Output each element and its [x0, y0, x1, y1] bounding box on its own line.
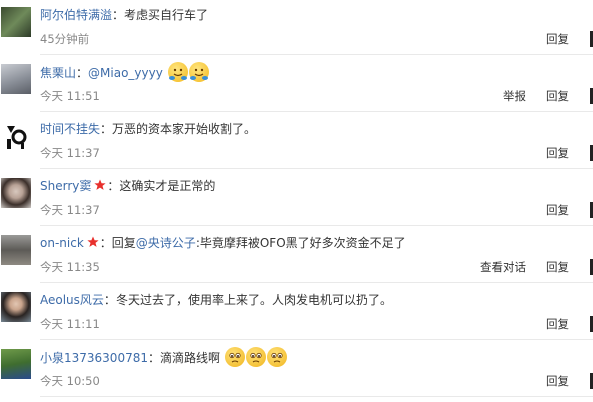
reply-prefix: 回复	[111, 236, 136, 250]
comment-time: 今天 10:50	[40, 374, 100, 388]
reply-button[interactable]: 回复	[546, 317, 569, 331]
comment-item: Sherry窦 ：这确实才是正常的 今天 11:37 回复	[0, 169, 593, 226]
comment-actions: 回复	[526, 316, 569, 332]
reply-button[interactable]: 回复	[546, 146, 569, 160]
reply-button[interactable]: 回复	[546, 32, 569, 46]
comment-text: 考虑买自行车了	[124, 8, 209, 22]
comment-text: 万恶的资本家开始收割了。	[112, 122, 257, 136]
comment-actions: 回复	[526, 31, 569, 47]
comment-item: 时间不挂失：万恶的资本家开始收割了。 今天 11:37 回复	[0, 112, 593, 169]
username-link[interactable]: Sherry窦	[40, 179, 91, 193]
comment-body: Sherry窦 ：这确实才是正常的	[40, 179, 216, 193]
hug-emoji-icon	[167, 62, 188, 82]
avatar[interactable]	[1, 64, 31, 94]
comment-text: :毕竟摩拜被OFO黑了好多次资金不足了	[195, 236, 406, 250]
vip-star-icon	[87, 236, 99, 247]
comment-item: 阿尔伯特满溢：考虑买自行车了 45分钟前 回复	[0, 0, 593, 55]
comment-item: on-nick ：回复@央诗公子:毕竟摩拜被OFO黑了好多次资金不足了 今天 11…	[0, 226, 593, 283]
comment-actions: 举报 回复	[483, 88, 569, 104]
reply-button[interactable]: 回复	[546, 374, 569, 388]
comment-time: 今天 11:51	[40, 89, 100, 103]
mention-link[interactable]: @Miao_yyyy	[88, 66, 163, 80]
sad-face-emoji-icon	[245, 347, 266, 367]
comment-body: on-nick ：回复@央诗公子:毕竟摩拜被OFO黑了好多次资金不足了	[40, 236, 406, 250]
reply-button[interactable]: 回复	[546, 89, 569, 103]
reply-button[interactable]: 回复	[546, 203, 569, 217]
comment-text: 滴滴路线啊	[160, 351, 221, 365]
username-link[interactable]: 时间不挂失	[40, 122, 100, 136]
report-button[interactable]: 举报	[503, 89, 526, 103]
username-link[interactable]: 阿尔伯特满溢	[40, 8, 112, 22]
sad-face-emoji-icon	[224, 347, 245, 367]
mention-link[interactable]: @央诗公子	[136, 236, 196, 250]
comment-item: Aeolus风云：冬天过去了，使用率上来了。人肉发电机可以扔了。 今天 11:1…	[0, 283, 593, 340]
avatar[interactable]	[1, 235, 31, 265]
username-link[interactable]: Aeolus风云	[40, 293, 104, 307]
username-link[interactable]: 焦栗山	[40, 66, 76, 80]
hug-emoji-icon	[188, 62, 209, 82]
username-link[interactable]: 小泉13736300781	[40, 351, 148, 365]
comment-time: 45分钟前	[40, 32, 90, 46]
comment-body: Aeolus风云：冬天过去了，使用率上来了。人肉发电机可以扔了。	[40, 293, 392, 307]
comment-body: 小泉13736300781：滴滴路线啊	[40, 347, 287, 367]
comment-body: 时间不挂失：万恶的资本家开始收割了。	[40, 122, 257, 136]
comment-time: 今天 11:35	[40, 260, 100, 274]
reply-button[interactable]: 回复	[546, 260, 569, 274]
comment-time: 今天 11:37	[40, 203, 100, 217]
vip-star-icon	[94, 179, 106, 190]
sad-face-emoji-icon	[266, 347, 287, 367]
comment-actions: 回复	[526, 202, 569, 218]
comment-time: 今天 11:37	[40, 146, 100, 160]
avatar[interactable]	[1, 7, 31, 37]
avatar[interactable]	[1, 178, 31, 208]
comment-list: 阿尔伯特满溢：考虑买自行车了 45分钟前 回复 焦栗山：@Miao_yyyy 今…	[0, 0, 593, 402]
comment-actions: 回复	[526, 373, 569, 389]
view-conversation-button[interactable]: 查看对话	[480, 260, 526, 274]
avatar[interactable]	[1, 121, 31, 151]
avatar[interactable]	[1, 292, 31, 322]
comment-actions: 查看对话 回复	[460, 259, 569, 275]
comment-item: 小泉13736300781：滴滴路线啊 今天 10:50 回复	[0, 340, 593, 397]
comment-body: 焦栗山：@Miao_yyyy	[40, 62, 209, 82]
comment-text: 冬天过去了，使用率上来了。人肉发电机可以扔了。	[115, 293, 392, 307]
comment-time: 今天 11:11	[40, 317, 100, 331]
comment-body: 阿尔伯特满溢：考虑买自行车了	[40, 8, 209, 22]
username-link[interactable]: on-nick	[40, 236, 84, 250]
avatar[interactable]	[1, 349, 31, 379]
comment-text: 这确实才是正常的	[119, 179, 216, 193]
comment-actions: 回复	[526, 145, 569, 161]
comment-item: 焦栗山：@Miao_yyyy 今天 11:51 举报 回复	[0, 55, 593, 112]
